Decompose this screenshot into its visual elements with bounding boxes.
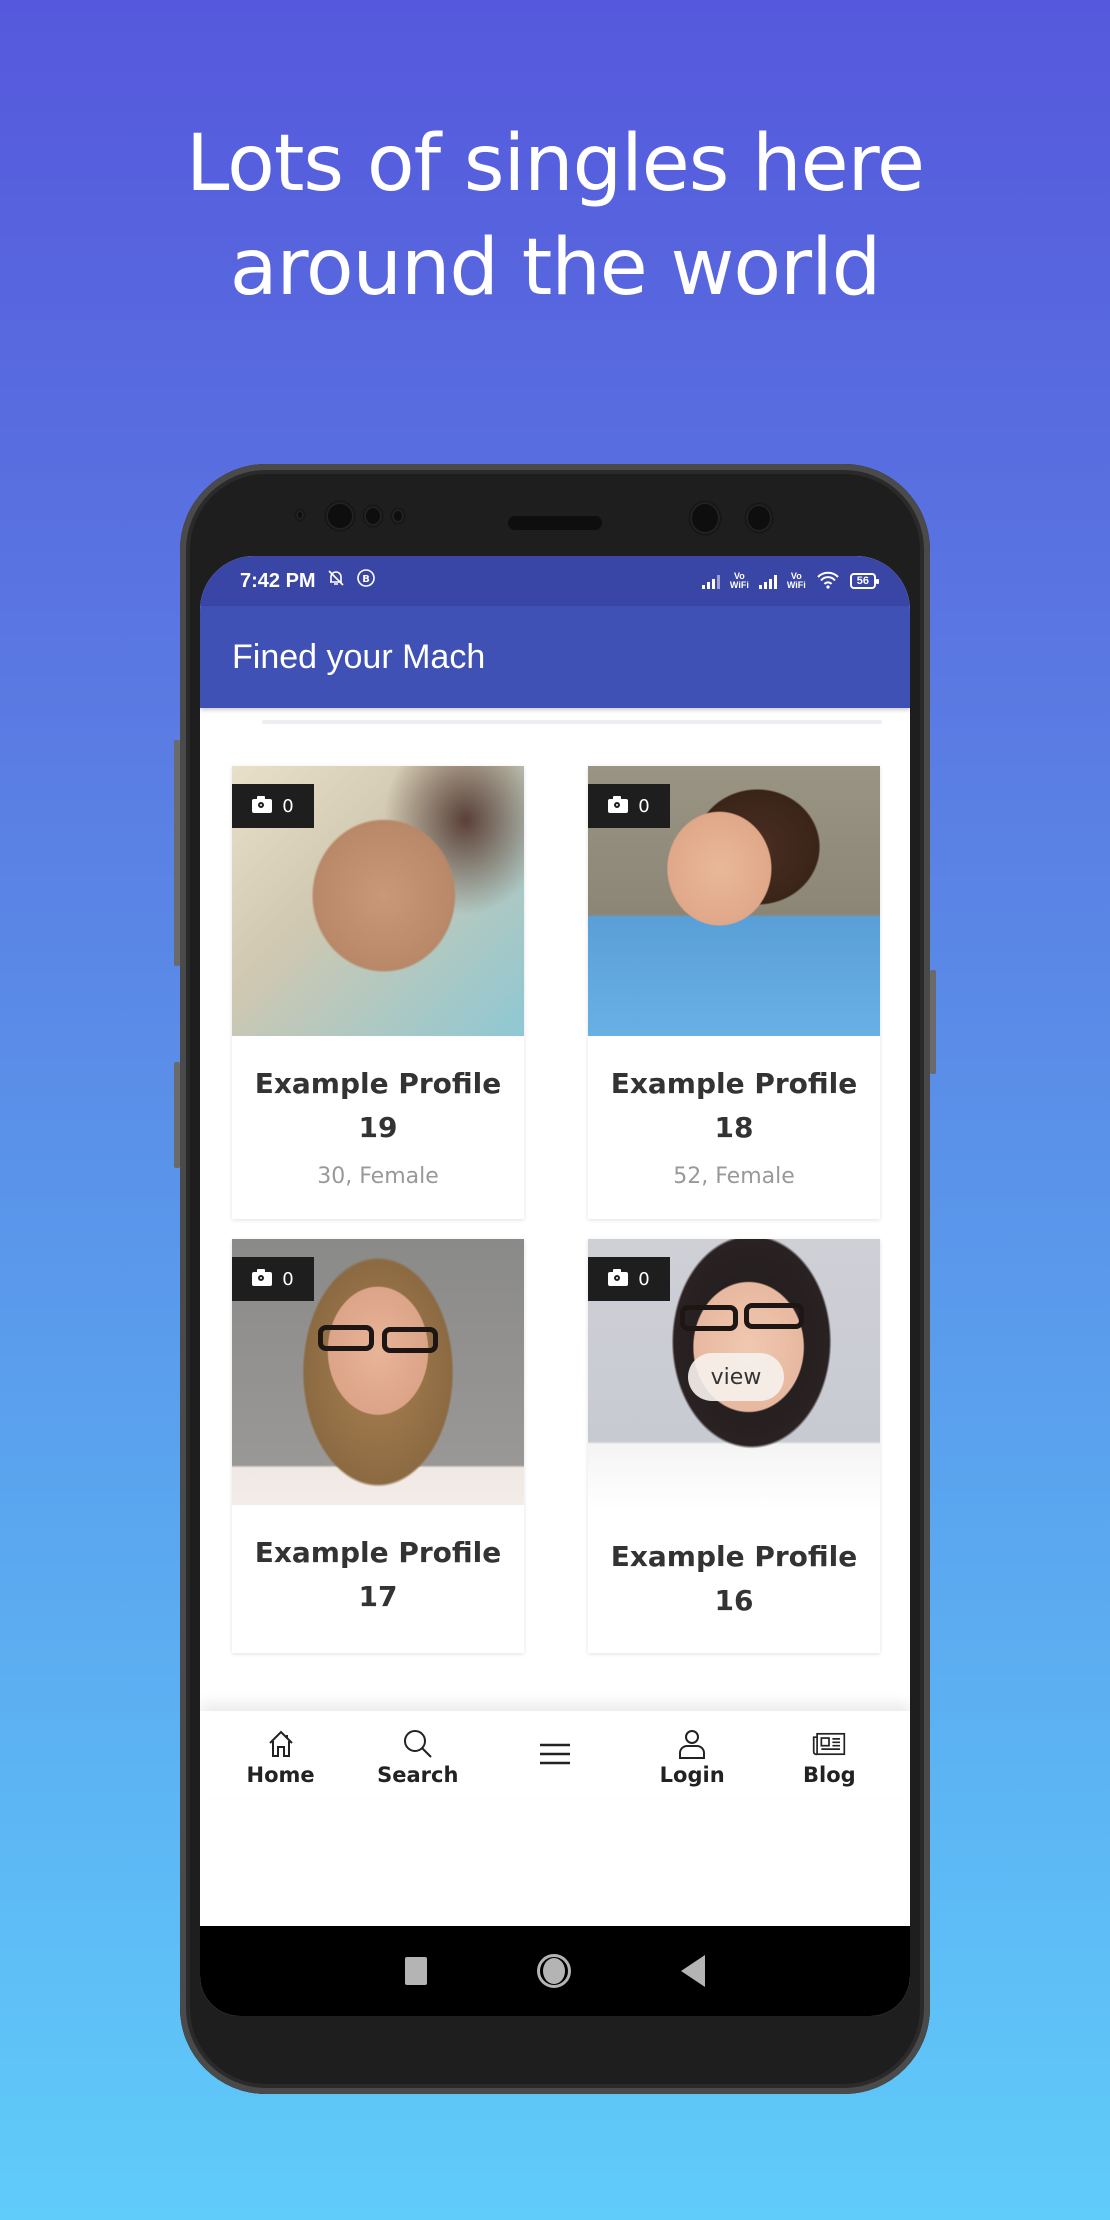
sensor-dot [364,506,382,526]
camera-icon [608,1269,629,1286]
portrait-detail [744,1303,804,1329]
photo-count: 0 [638,1268,650,1290]
photo-count: 0 [282,795,294,817]
promo-headline: Lots of singles here around the world [0,112,1110,320]
recent-apps-button[interactable] [405,1957,427,1985]
content-divider [262,720,882,724]
nav-login[interactable]: Login [632,1727,752,1787]
headline-line-1: Lots of singles here [186,119,925,209]
home-button[interactable] [537,1954,571,1988]
nav-home[interactable]: Home [221,1727,341,1787]
app-bar: Fined your Mach [200,606,910,708]
camera-icon [252,796,273,813]
earpiece-speaker [508,516,602,530]
photo-count-badge: 0 [588,1257,670,1301]
vowifi-label-2: Vo WiFi [786,571,806,590]
profile-photo[interactable]: 0 [588,766,880,1036]
vowifi-label: Vo WiFi [729,571,749,590]
system-navigation-bar [200,1926,910,2016]
front-camera [326,502,354,530]
profile-card[interactable]: 0 Example Profile 17 [232,1239,524,1653]
portrait-detail [318,1325,374,1351]
nav-login-label: Login [659,1763,725,1787]
profile-name[interactable]: Example Profile 19 [242,1062,514,1150]
photo-count: 0 [638,795,650,817]
profile-age-gender: 30, Female [317,1164,439,1189]
phone-screen: 7:42 PM B Vo WiFi Vo WiFi 56 Fined your … [200,556,910,2016]
mute-notification-icon [326,568,346,594]
bottom-navigation: Home Search Login Blog [200,1711,910,1797]
photo-count-badge: 0 [232,784,314,828]
power-button [930,970,936,1074]
portrait-detail [382,1327,438,1353]
svg-text:B: B [362,574,370,585]
photo-count: 0 [282,1268,294,1290]
sensor-dot [392,509,404,523]
photo-count-badge: 0 [588,784,670,828]
status-time: 7:42 PM [240,569,316,592]
profile-name[interactable]: Example Profile 17 [242,1531,514,1619]
headline-line-2: around the world [229,223,882,313]
status-bar: 7:42 PM B Vo WiFi Vo WiFi 56 [200,556,910,606]
profile-card[interactable]: 0 view Example Profile 16 [588,1239,880,1653]
profile-photo[interactable]: 0 [232,766,524,1036]
profile-photo[interactable]: 0 [232,1239,524,1505]
nav-home-label: Home [246,1763,315,1787]
profile-photo[interactable]: 0 view [588,1239,880,1509]
phone-frame: 7:42 PM B Vo WiFi Vo WiFi 56 Fined your … [180,464,930,2094]
profile-name[interactable]: Example Profile 16 [598,1535,870,1623]
signal-icon-2 [758,573,777,589]
back-button[interactable] [681,1955,705,1987]
front-camera-2 [690,502,720,534]
sensor-dot [296,510,304,520]
nav-blog[interactable]: Blog [769,1727,889,1787]
profile-age-gender: 52, Female [673,1164,795,1189]
profile-card[interactable]: 0 Example Profile 18 52, Female [588,766,880,1219]
home-icon [268,1730,293,1757]
wifi-icon [816,571,840,592]
search-icon [403,1730,432,1758]
app-title: Fined your Mach [232,637,486,676]
portrait-detail [680,1305,738,1331]
camera-icon [252,1269,273,1286]
view-profile-button[interactable]: view [688,1353,784,1401]
profile-name[interactable]: Example Profile 18 [598,1062,870,1150]
profile-card[interactable]: 0 Example Profile 19 30, Female [232,766,524,1219]
nav-blog-label: Blog [803,1763,856,1787]
nav-menu[interactable] [495,1727,615,1771]
camera-icon [608,796,629,813]
sensor-dot [746,504,772,532]
user-icon [679,1730,706,1759]
battery-indicator: 56 [849,573,880,589]
business-app-icon: B [356,568,376,594]
newspaper-icon [813,1732,846,1756]
menu-icon [539,1743,570,1765]
nav-search-label: Search [377,1763,459,1787]
signal-icon [701,573,720,589]
profile-grid: 0 Example Profile 19 30, Female 0 Exampl… [232,766,882,1653]
nav-search[interactable]: Search [358,1727,478,1787]
photo-count-badge: 0 [232,1257,314,1301]
